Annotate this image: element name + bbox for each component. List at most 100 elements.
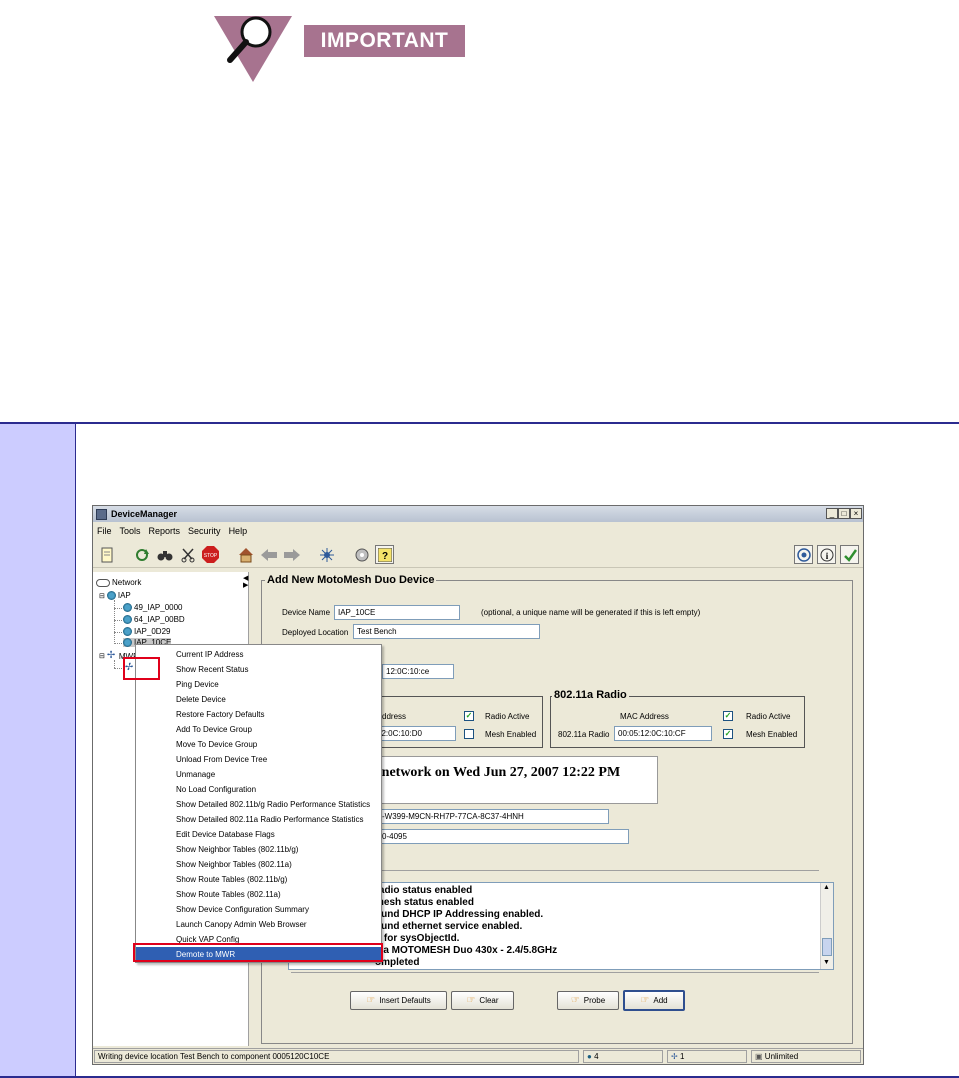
close-button[interactable]: × bbox=[850, 508, 862, 519]
license-value: Unlimited bbox=[764, 1052, 799, 1061]
checkmark-icon[interactable] bbox=[840, 545, 859, 564]
tree-node-iap-device[interactable]: IAP_0D29 bbox=[123, 627, 170, 636]
stop-label: STOP bbox=[204, 553, 218, 559]
hand-pointer-icon: ☞ bbox=[570, 995, 580, 1006]
scroll-up-icon[interactable]: ▲ bbox=[823, 884, 830, 891]
tree-node-network[interactable]: Network bbox=[96, 578, 141, 587]
log-line: mesh status enabled bbox=[375, 897, 474, 908]
insert-defaults-button[interactable]: ☞ Insert Defaults bbox=[350, 991, 447, 1010]
pane-expand-icon[interactable]: ▶ bbox=[243, 581, 248, 589]
menu-item-neighbor-bg[interactable]: Show Neighbor Tables (802.11b/g) bbox=[136, 842, 381, 857]
menu-tools[interactable]: Tools bbox=[120, 526, 141, 536]
menu-item-restore-defaults[interactable]: Restore Factory Defaults bbox=[136, 707, 381, 722]
help-label: ? bbox=[381, 551, 387, 562]
device-name-input[interactable]: IAP_10CE bbox=[334, 605, 460, 620]
iap-device-icon bbox=[123, 627, 132, 636]
tree-node-iap-device[interactable]: 49_IAP_0000 bbox=[123, 603, 183, 612]
hand-pointer-icon: ☞ bbox=[466, 995, 476, 1006]
toolbar: STOP ? i bbox=[93, 542, 863, 568]
log-line: ound DHCP IP Addressing enabled. bbox=[375, 909, 544, 920]
menu-item-add-to-group[interactable]: Add To Device Group bbox=[136, 722, 381, 737]
menu-help[interactable]: Help bbox=[229, 526, 248, 536]
clear-button[interactable]: ☞ Clear bbox=[451, 991, 514, 1010]
location-label: Deployed Location bbox=[282, 628, 349, 637]
probe-button[interactable]: ☞ Probe bbox=[557, 991, 619, 1010]
network-icon bbox=[96, 578, 110, 587]
refresh-icon[interactable] bbox=[132, 545, 151, 564]
scroll-thumb[interactable] bbox=[822, 938, 832, 956]
stop-icon[interactable]: STOP bbox=[201, 545, 220, 564]
radio-bg-active-checkbox[interactable]: ✓ bbox=[464, 711, 474, 721]
menu-item-stats-bg[interactable]: Show Detailed 802.11b/g Radio Performanc… bbox=[136, 797, 381, 812]
menu-item-route-bg[interactable]: Show Route Tables (802.11b/g) bbox=[136, 872, 381, 887]
license-key-input[interactable]: -W399-M9CN-RH7P-77CA-8C37-4HNH bbox=[378, 809, 609, 824]
connection-status-text: ed to network on Wed Jun 27, 2007 12:22 … bbox=[349, 765, 621, 780]
status-mwr-count: ✢ 1 bbox=[667, 1050, 747, 1063]
mwr-icon: ✢ bbox=[106, 650, 116, 661]
menu-item-delete-device[interactable]: Delete Device bbox=[136, 692, 381, 707]
menu-item-neighbor-a[interactable]: Show Neighbor Tables (802.11a) bbox=[136, 857, 381, 872]
radio-a-mesh-checkbox[interactable]: ✓ bbox=[723, 729, 733, 739]
menu-item-show-recent-status[interactable]: Show Recent Status bbox=[136, 662, 381, 677]
radio-a-active-checkbox[interactable]: ✓ bbox=[723, 711, 733, 721]
menu-item-launch-browser[interactable]: Launch Canopy Admin Web Browser bbox=[136, 917, 381, 932]
device-name-label: Device Name bbox=[282, 608, 331, 617]
maximize-button[interactable]: □ bbox=[838, 508, 850, 519]
target-icon[interactable] bbox=[794, 545, 813, 564]
info-label: i bbox=[825, 551, 828, 561]
note-left-border bbox=[75, 422, 76, 1078]
hand-pointer-icon: ☞ bbox=[640, 995, 650, 1006]
binoculars-icon[interactable] bbox=[155, 545, 174, 564]
radio-a-mac-input[interactable]: 00:05:12:0C:10:CF bbox=[614, 726, 712, 741]
note-top-border bbox=[0, 422, 959, 424]
title-bar[interactable]: DeviceManager _ □ × bbox=[93, 506, 863, 522]
network-ping-icon[interactable] bbox=[317, 545, 336, 564]
scroll-down-icon[interactable]: ▼ bbox=[823, 959, 830, 966]
highlight-mwr-node bbox=[123, 657, 160, 680]
status-message: Writing device location Test Bench to co… bbox=[94, 1050, 579, 1063]
radio-bg-mac-input[interactable]: 12:0C:10:D0 bbox=[373, 726, 456, 741]
status-license: ▣ Unlimited bbox=[751, 1050, 861, 1063]
menu-item-ping-device[interactable]: Ping Device bbox=[136, 677, 381, 692]
menu-item-unmanage[interactable]: Unmanage bbox=[136, 767, 381, 782]
radio-bg-active-label: Radio Active bbox=[485, 712, 530, 721]
menu-item-route-a[interactable]: Show Route Tables (802.11a) bbox=[136, 887, 381, 902]
help-icon[interactable]: ? bbox=[375, 545, 394, 564]
iap-device-icon bbox=[123, 615, 132, 624]
add-label: Add bbox=[653, 996, 668, 1005]
minimize-button[interactable]: _ bbox=[826, 508, 838, 519]
status-iap-count: ● 4 bbox=[583, 1050, 663, 1063]
menu-item-move-to-group[interactable]: Move To Device Group bbox=[136, 737, 381, 752]
log-scrollbar[interactable]: ▲ ▼ bbox=[820, 883, 833, 969]
iap-device-icon bbox=[123, 603, 132, 612]
menu-file[interactable]: File bbox=[97, 526, 112, 536]
cut-icon[interactable] bbox=[178, 545, 197, 564]
menu-reports[interactable]: Reports bbox=[149, 526, 181, 536]
menu-item-edit-db-flags[interactable]: Edit Device Database Flags bbox=[136, 827, 381, 842]
home-icon[interactable] bbox=[236, 545, 255, 564]
forward-arrow-icon[interactable] bbox=[282, 545, 301, 564]
serial-input[interactable]: 0-4095 bbox=[378, 829, 629, 844]
menu-item-no-load-config[interactable]: No Load Configuration bbox=[136, 782, 381, 797]
tree-node-iap-device[interactable]: 64_IAP_00BD bbox=[123, 615, 185, 624]
radio-bg-mesh-checkbox[interactable] bbox=[464, 729, 474, 739]
menu-security[interactable]: Security bbox=[188, 526, 221, 536]
mwr-count-value: 1 bbox=[679, 1052, 685, 1061]
tree-label-device: IAP_0D29 bbox=[134, 627, 171, 636]
app-icon bbox=[96, 508, 107, 520]
info-icon[interactable]: i bbox=[817, 545, 836, 564]
probe-label: Probe bbox=[583, 996, 606, 1005]
add-button[interactable]: ☞ Add bbox=[623, 990, 685, 1011]
disk-icon[interactable] bbox=[352, 545, 371, 564]
menu-item-config-summary[interactable]: Show Device Configuration Summary bbox=[136, 902, 381, 917]
back-arrow-icon[interactable] bbox=[259, 545, 278, 564]
mac-address-input[interactable]: 12:0C:10:ce bbox=[382, 664, 454, 679]
location-input[interactable]: Test Bench bbox=[353, 624, 540, 639]
menu-item-stats-a[interactable]: Show Detailed 802.11a Radio Performance … bbox=[136, 812, 381, 827]
tree-node-iap-group[interactable]: ⊟ IAP bbox=[99, 591, 131, 600]
important-badge: IMPORTANT bbox=[304, 25, 465, 57]
menu-item-unload[interactable]: Unload From Device Tree bbox=[136, 752, 381, 767]
new-device-icon[interactable] bbox=[97, 545, 116, 564]
menu-item-current-ip[interactable]: Current IP Address bbox=[136, 647, 381, 662]
form-title: Add New MotoMesh Duo Device bbox=[265, 574, 437, 586]
